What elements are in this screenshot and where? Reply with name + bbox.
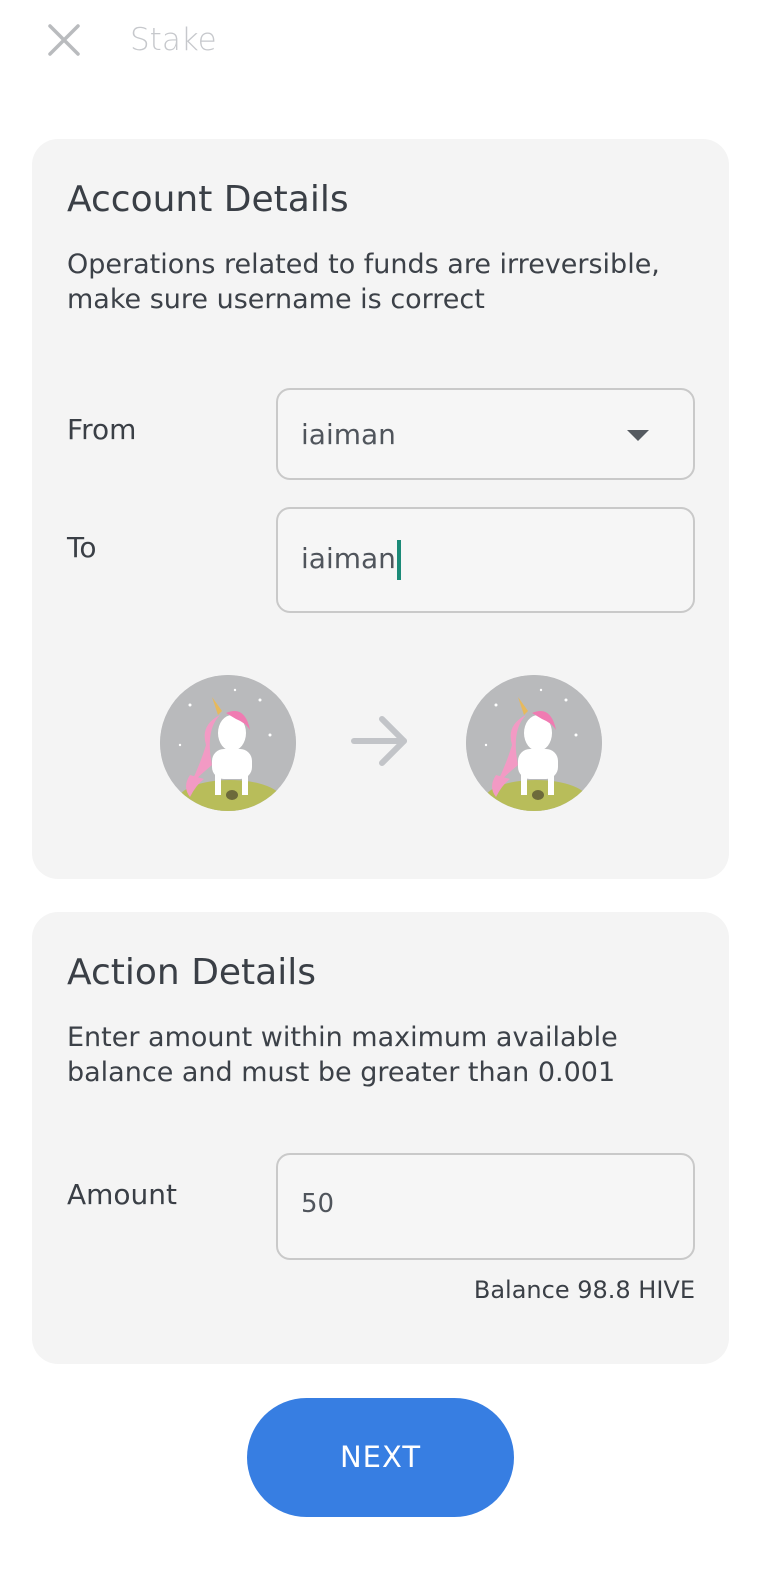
unicorn-avatar-image bbox=[160, 675, 296, 811]
close-button[interactable] bbox=[44, 20, 84, 60]
from-avatar bbox=[160, 675, 296, 811]
action-details-description: Enter amount within maximum available ba… bbox=[67, 1022, 618, 1088]
amount-value: 50 bbox=[301, 1189, 335, 1219]
amount-label: Amount bbox=[67, 1178, 178, 1211]
chevron-down-icon bbox=[627, 430, 649, 441]
account-details-description: Operations related to funds are irrevers… bbox=[67, 249, 660, 315]
next-button[interactable]: NEXT bbox=[247, 1398, 514, 1517]
page-title: Stake bbox=[130, 22, 217, 58]
to-avatar bbox=[466, 675, 602, 811]
arrow-right-icon bbox=[351, 716, 407, 766]
from-label: From bbox=[67, 413, 137, 446]
action-details-title: Action Details bbox=[67, 952, 316, 993]
close-icon bbox=[48, 24, 80, 56]
from-value: iaiman bbox=[301, 418, 396, 451]
to-value: iaiman bbox=[301, 540, 401, 580]
amount-input[interactable]: 50 bbox=[276, 1153, 695, 1260]
from-dropdown[interactable]: iaiman bbox=[276, 388, 695, 480]
to-input[interactable]: iaiman bbox=[276, 507, 695, 613]
header-bar: Stake bbox=[0, 0, 768, 84]
action-details-card: Action Details Enter amount within maxim… bbox=[32, 912, 729, 1364]
unicorn-avatar-image bbox=[466, 675, 602, 811]
to-value-text: iaiman bbox=[301, 542, 396, 575]
text-cursor bbox=[396, 540, 401, 580]
to-label: To bbox=[67, 531, 97, 564]
account-details-card: Account Details Operations related to fu… bbox=[32, 139, 729, 879]
balance-text: Balance 98.8 HIVE bbox=[473, 1276, 695, 1304]
account-details-title: Account Details bbox=[67, 179, 349, 220]
